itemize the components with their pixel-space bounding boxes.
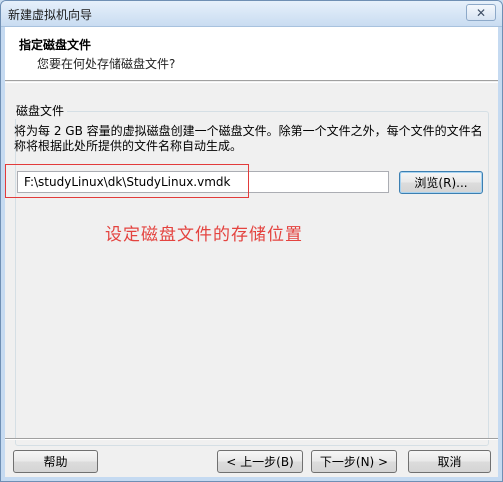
footer-divider-highlight	[5, 439, 498, 440]
wizard-content: 指定磁盘文件 您要在何处存储磁盘文件? 磁盘文件 将为每 2 GB 容量的虚拟磁…	[5, 27, 498, 477]
disk-file-description: 将为每 2 GB 容量的虚拟磁盘创建一个磁盘文件。除第一个文件之外，每个文件的文…	[14, 124, 483, 153]
next-button[interactable]: 下一步(N) >	[311, 450, 397, 473]
cancel-button[interactable]: 取消	[408, 450, 491, 473]
page-title: 指定磁盘文件	[19, 38, 92, 52]
disk-file-group	[15, 111, 489, 446]
annotation-highlight-box	[5, 164, 249, 198]
help-button[interactable]: 帮助	[13, 450, 98, 473]
disk-file-group-label: 磁盘文件	[13, 102, 68, 119]
wizard-window: 新建虚拟机向导 ✕ 指定磁盘文件 您要在何处存储磁盘文件? 磁盘文件 将为每 2…	[0, 0, 503, 482]
window-title: 新建虚拟机向导	[8, 8, 93, 22]
title-bar[interactable]: 新建虚拟机向导 ✕	[1, 1, 502, 27]
annotation-text: 设定磁盘文件的存储位置	[105, 225, 303, 245]
close-button[interactable]: ✕	[466, 4, 496, 21]
browse-button[interactable]: 浏览(R)...	[399, 171, 483, 194]
wizard-header: 指定磁盘文件 您要在何处存储磁盘文件?	[5, 27, 498, 81]
close-icon: ✕	[475, 5, 487, 20]
back-button[interactable]: < 上一步(B)	[217, 450, 303, 473]
header-divider	[5, 82, 498, 83]
page-subtitle: 您要在何处存储磁盘文件?	[37, 57, 176, 71]
